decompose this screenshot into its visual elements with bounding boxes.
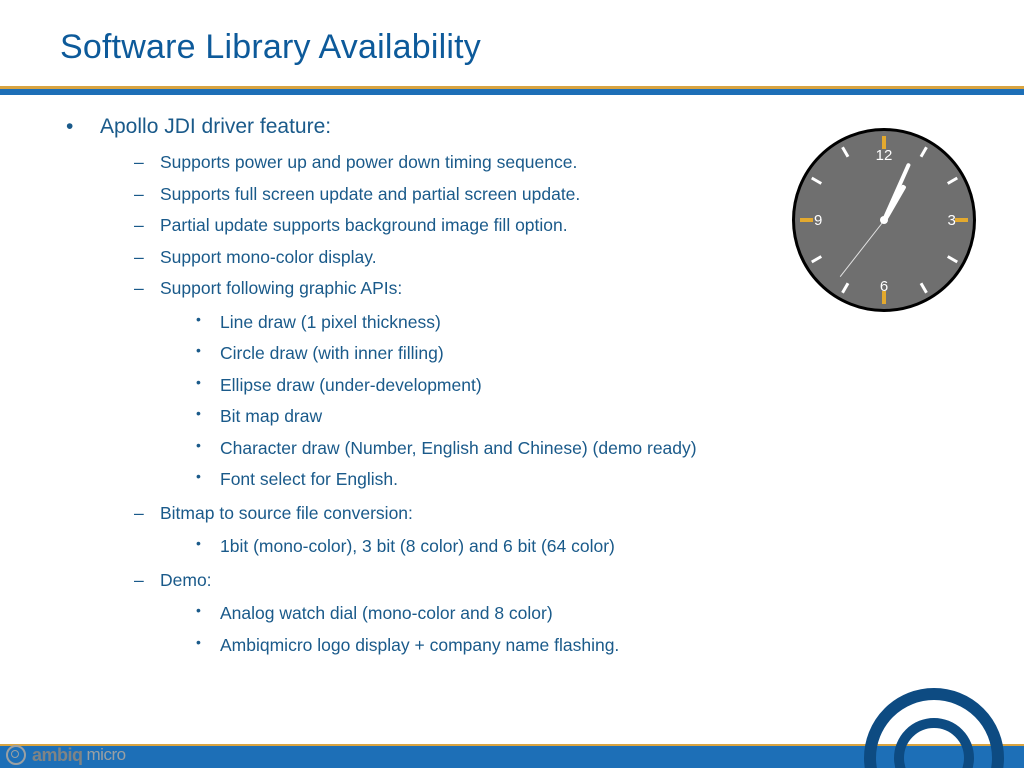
title-divider [0, 86, 1024, 95]
content-area: Apollo JDI driver feature: Supports powe… [60, 112, 780, 669]
list-item: Demo: Analog watch dial (mono-color and … [134, 565, 780, 662]
list-item: Analog watch dial (mono-color and 8 colo… [196, 598, 780, 630]
clock-icon: 12 3 6 9 [792, 128, 976, 312]
list-item: Bitmap to source file conversion: 1bit (… [134, 498, 780, 563]
clock-minute-hand [882, 163, 911, 221]
slide: Software Library Availability Apollo JDI… [0, 0, 1024, 768]
logo-text-ambiq: ambiq [32, 745, 83, 766]
list-item: Supports full screen update and partial … [134, 179, 780, 211]
list-item: Support mono-color display. [134, 242, 780, 274]
list-item: Character draw (Number, English and Chin… [196, 433, 780, 465]
list-item: Apollo JDI driver feature: Supports powe… [60, 112, 780, 661]
list-item: Partial update supports background image… [134, 210, 780, 242]
list-item: Ellipse draw (under-development) [196, 370, 780, 402]
list-item: Support following graphic APIs: Line dra… [134, 273, 780, 496]
bullet-text: Demo: [160, 570, 212, 590]
list-item: Line draw (1 pixel thickness) [196, 307, 780, 339]
clock-face: 12 3 6 9 [792, 128, 976, 312]
list-item: Font select for English. [196, 464, 780, 496]
list-item: 1bit (mono-color), 3 bit (8 color) and 6… [196, 531, 780, 563]
logo-text-micro: micro [87, 745, 126, 765]
slide-title: Software Library Availability [60, 28, 481, 67]
company-logo: ambiqmicro [6, 744, 126, 766]
bullet-text: Apollo JDI driver feature: [100, 115, 331, 138]
list-item: Supports power up and power down timing … [134, 147, 780, 179]
slide-footer: ambiqmicro [0, 742, 1024, 768]
clock-number-9: 9 [806, 212, 830, 229]
logo-mark-icon [6, 745, 26, 765]
clock-number-6: 6 [872, 278, 896, 295]
clock-number-12: 12 [872, 147, 896, 164]
list-item: Ambiqmicro logo display + company name f… [196, 630, 780, 662]
bullet-text: Support following graphic APIs: [160, 278, 402, 298]
clock-second-hand [839, 220, 884, 277]
clock-number-3: 3 [940, 212, 964, 229]
swirl-icon [864, 688, 1004, 768]
list-item: Bit map draw [196, 401, 780, 433]
list-item: Circle draw (with inner filling) [196, 338, 780, 370]
bullet-text: Bitmap to source file conversion: [160, 503, 413, 523]
